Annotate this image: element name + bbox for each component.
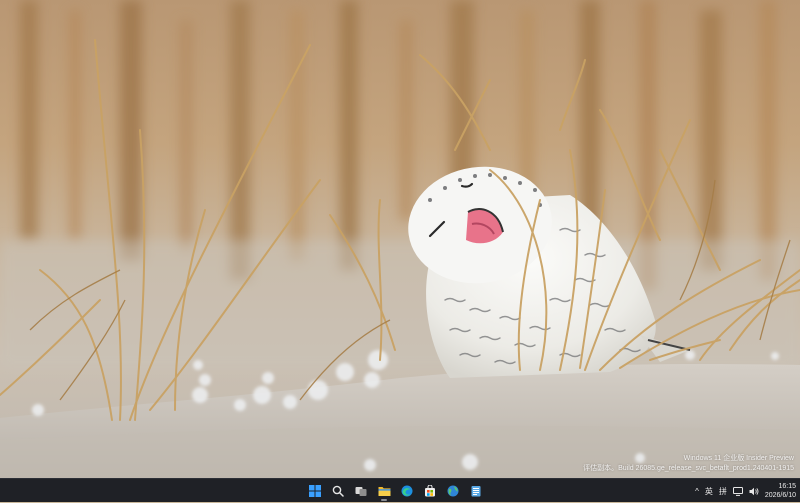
monitor-network-icon (732, 486, 743, 496)
watermark-line-2: 评估副本。Build 26085.ge_release_svc_betaflt_… (583, 465, 794, 472)
input-language-indicator[interactable]: 英 (705, 479, 713, 503)
clock-date: 2026/6/10 (764, 492, 796, 499)
taskbar-apps (306, 479, 485, 503)
show-hidden-icons-button[interactable]: ^ (695, 479, 699, 503)
globe-icon (447, 485, 459, 497)
desktop[interactable]: Windows 11 企业版 Insider Preview 评估副本。Buil… (0, 0, 800, 478)
task-view-icon (355, 487, 367, 496)
system-tray: ^ 英 拼 16:15 2026/6/10 (695, 479, 796, 503)
notepad-icon (471, 486, 481, 497)
search-button[interactable] (329, 481, 347, 501)
volume-button[interactable] (749, 479, 759, 503)
wallpaper-snowy-owl (0, 0, 800, 478)
file-explorer-button[interactable] (375, 481, 393, 501)
edge-icon (401, 485, 413, 497)
search-icon (332, 485, 344, 497)
store-icon (425, 485, 435, 497)
os-watermark: Windows 11 企业版 Insider Preview 评估副本。Buil… (583, 454, 794, 474)
start-button[interactable] (306, 481, 324, 501)
speaker-icon (749, 487, 759, 495)
clock[interactable]: 16:15 2026/6/10 (765, 479, 796, 503)
network-button[interactable] (732, 479, 743, 503)
ime-mode-indicator[interactable]: 拼 (719, 479, 727, 503)
store-button[interactable] (421, 481, 439, 501)
edge-button[interactable] (398, 481, 416, 501)
taskbar: ^ 英 拼 16:15 2026/6/10 (0, 478, 800, 502)
browser-button[interactable] (444, 481, 462, 501)
watermark-line-1: Windows 11 企业版 Insider Preview (683, 455, 794, 462)
notepad-button[interactable] (467, 481, 485, 501)
clock-time: 16:15 (778, 483, 796, 490)
folder-icon (378, 487, 390, 496)
windows-logo-icon (309, 485, 321, 497)
task-view-button[interactable] (352, 481, 370, 501)
